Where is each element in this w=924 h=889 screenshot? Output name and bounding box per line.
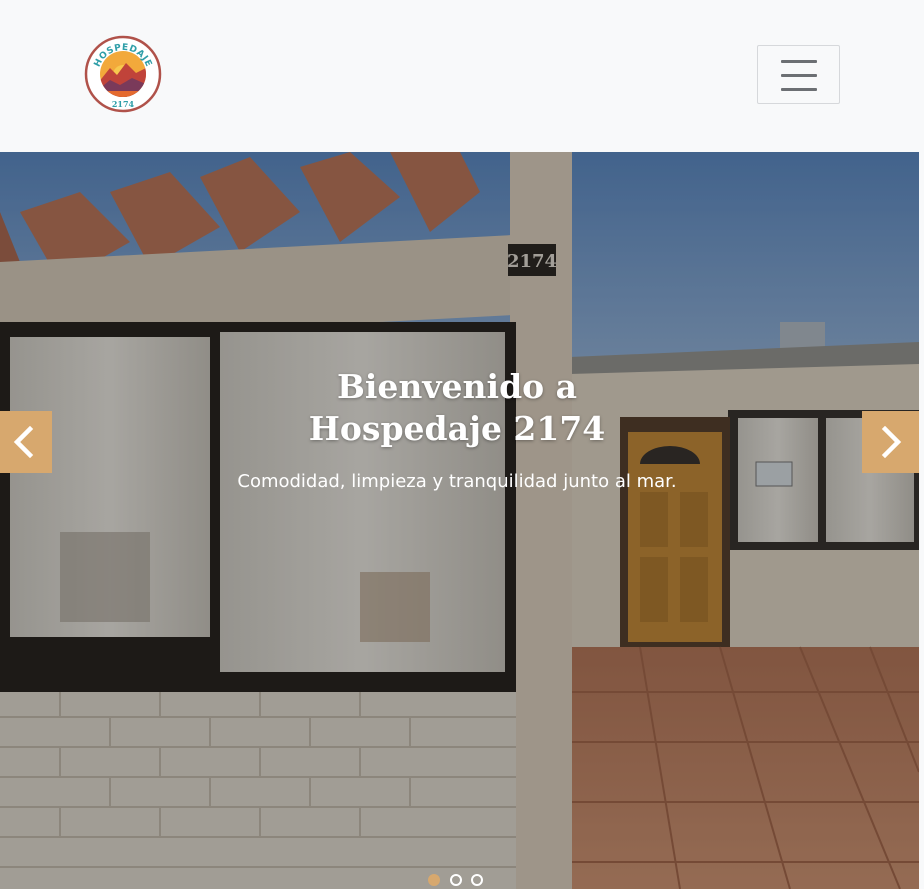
slide-caption: Bienvenido a Hospedaje 2174 Comodidad, l… <box>0 366 914 494</box>
hamburger-menu-icon-bar <box>781 88 817 91</box>
chevron-left-icon <box>13 426 34 458</box>
hamburger-menu-icon <box>781 60 817 63</box>
logo-bottom-text: 2174 <box>112 99 135 109</box>
hero-carousel: 2174 Bienvenido a Hospedaje 2174 Comodid… <box>0 152 919 889</box>
slide-title-line1: Bienvenido a <box>336 367 578 406</box>
carousel-indicator-2[interactable] <box>450 874 462 886</box>
image-dark-overlay <box>0 152 919 889</box>
carousel-prev-button[interactable] <box>0 411 52 473</box>
slide-title: Bienvenido a Hospedaje 2174 <box>0 366 914 450</box>
navbar-toggler-button[interactable] <box>757 45 840 104</box>
brand-logo[interactable]: HOSPEDAJE 2174 <box>84 35 162 113</box>
carousel-indicator-1[interactable] <box>428 874 440 886</box>
carousel-next-button[interactable] <box>862 411 919 473</box>
carousel-indicator-3[interactable] <box>471 874 483 886</box>
navbar: HOSPEDAJE 2174 <box>0 0 924 152</box>
hamburger-menu-icon-bar <box>781 74 817 77</box>
slide-subtitle: Comodidad, limpieza y tranquilidad junto… <box>237 471 677 492</box>
chevron-right-icon <box>881 426 902 458</box>
slide-title-line2: Hospedaje 2174 <box>308 409 606 448</box>
